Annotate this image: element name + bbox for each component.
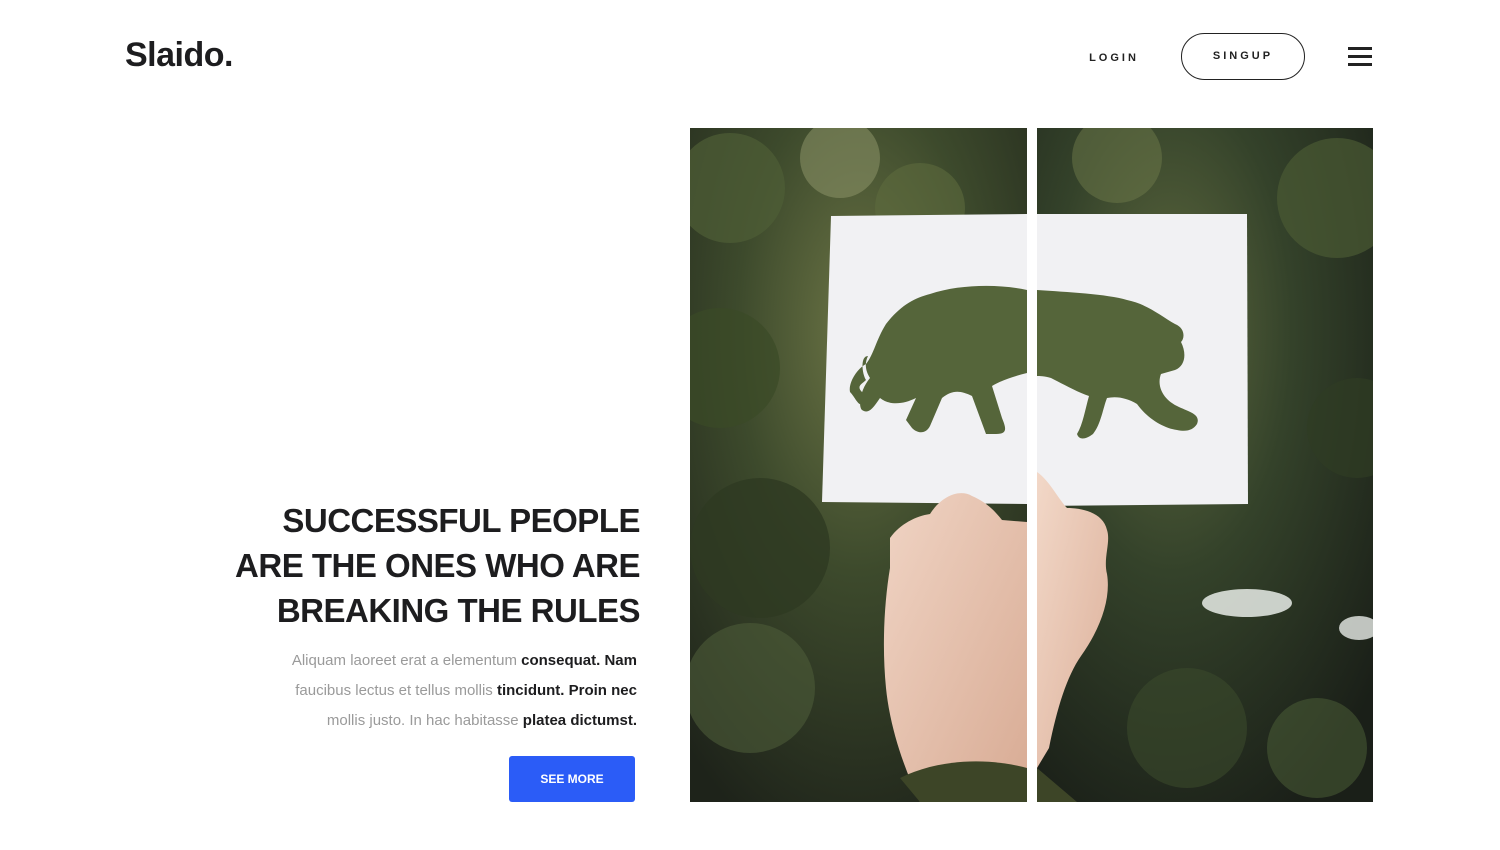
hero-title-line: BREAKING THE RULES [276,592,641,629]
hero-paragraph-strong: consequat. Nam [521,652,637,669]
see-more-button[interactable]: SEE MORE [509,756,635,802]
hero-paragraph-muted: mollis justo. In hac habitasse [326,712,519,729]
hero-title: SUCCESSFUL PEOPLE ARE THE ONES WHO ARE B… [140,498,640,633]
hero-paragraph-strong: tincidunt. Proin nec [496,682,637,699]
hero-paragraph-strong: platea dictumst. [522,712,637,729]
hero-paragraph-line: faucibus lectus et tellus mollis tincidu… [210,676,637,706]
forest-photo-left [690,128,1027,802]
hero-paragraph-line: Aliquam laoreet erat a elementum consequ… [210,646,637,676]
site-logo[interactable]: Slaido. [125,36,233,75]
hero-title-line: ARE THE ONES WHO ARE [235,547,640,584]
hero-image-left [690,128,1027,802]
forest-photo-right [1037,128,1373,802]
hero-paragraph: Aliquam laoreet erat a elementum consequ… [210,646,637,736]
hero-paragraph-line: mollis justo. In hac habitasse platea di… [210,706,637,736]
hamburger-menu-icon[interactable] [1348,47,1372,67]
menu-bar [1348,55,1372,58]
signup-button[interactable]: SINGUP [1181,33,1305,80]
login-link[interactable]: LOGIN [1075,48,1153,68]
hero-image-right [1037,128,1373,802]
menu-bar [1348,63,1372,66]
landing-page: Slaido. LOGIN SINGUP SUCCESSFUL PEOPLE A… [0,0,1500,850]
menu-bar [1348,47,1372,50]
hero-paragraph-muted: Aliquam laoreet erat a elementum [291,652,517,669]
hero-title-line: SUCCESSFUL PEOPLE [282,502,640,539]
hero-paragraph-muted: faucibus lectus et tellus mollis [295,682,493,699]
